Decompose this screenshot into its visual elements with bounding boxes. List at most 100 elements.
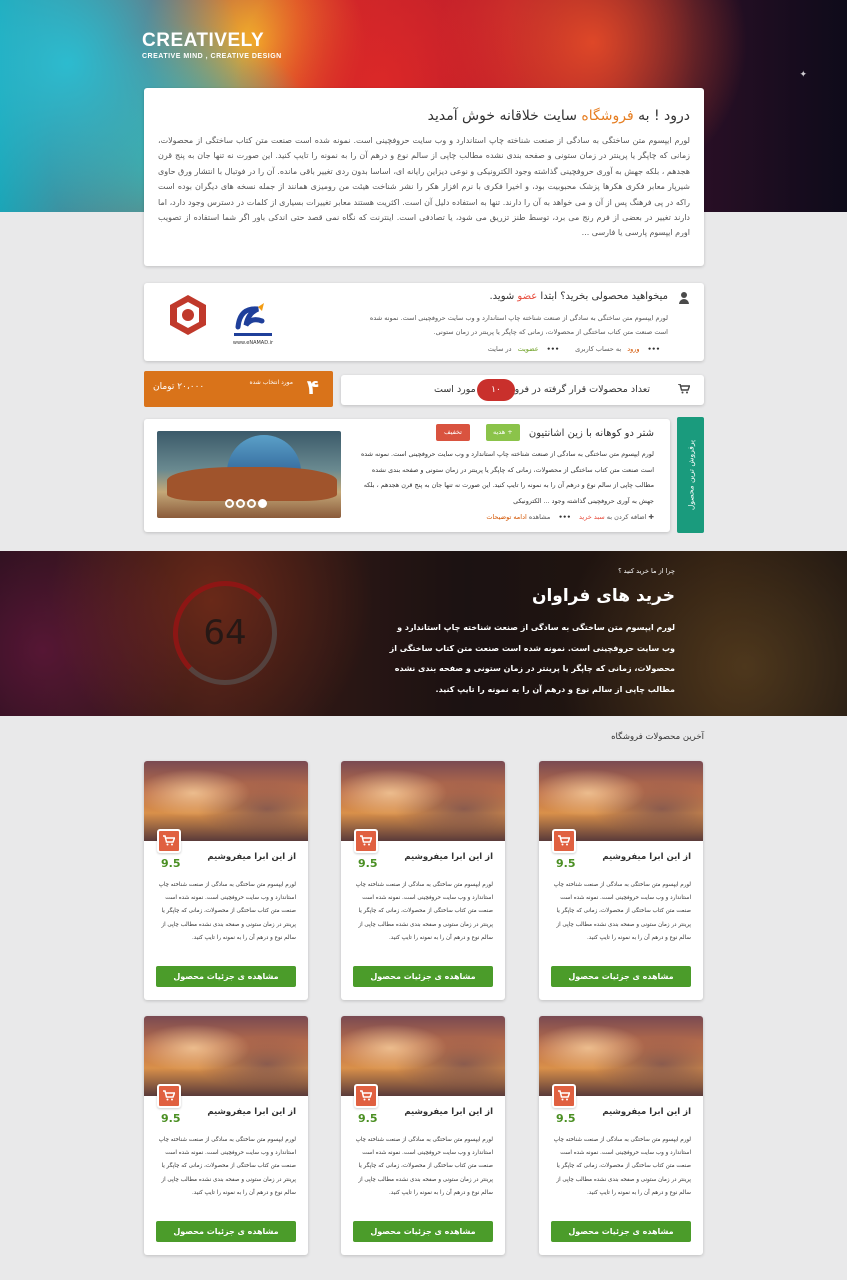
product-card: 9.5 از این ابرا میفروشیم لورم ایپسوم متن س… (539, 761, 703, 1000)
membership-desc: لورم ایپسوم متن ساختگی به سادگی از صنعت … (369, 314, 668, 336)
products-count-badge: ۱۰ (477, 379, 515, 401)
signup-link-rest[interactable]: در سایت (488, 345, 514, 353)
banner-title: خرید های فراوان (531, 586, 675, 606)
welcome-body: لورم ایپسوم متن ساختگی به سادگی از صنعت … (158, 136, 690, 238)
login-link-rest[interactable]: به حساب کاربری (575, 345, 623, 353)
cart-icon (558, 835, 570, 846)
product-name[interactable]: از این ابرا میفروشیم (207, 1107, 296, 1117)
featured-product-actions: ✚ اضافه کردن به سبد خرید ••• مشاهده ادام… (486, 513, 654, 521)
view-product-button[interactable]: مشاهده ی جزئیات محصول (551, 966, 691, 987)
product-name[interactable]: از این ابرا میفروشیم (602, 852, 691, 862)
logo-tagline: CREATIVE MIND , CREATIVE DESIGN (142, 53, 282, 60)
login-link-word[interactable]: ورود (627, 345, 639, 353)
cart-summary[interactable]: ۴ مورد انتخاب شده ۲۰،۰۰۰ تومان (144, 371, 333, 407)
latest-products-title: آخرین محصولات فروشگاه (611, 732, 704, 742)
product-card: 9.5 از این ابرا میفروشیم لورم ایپسوم متن س… (144, 1016, 308, 1255)
product-score: 9.5 (358, 1112, 378, 1125)
counter-value: 64 (203, 613, 247, 653)
logo-name: CREATIVELY (142, 30, 265, 51)
product-desc: لورم ایپسوم متن ساختگی به سادگی از صنعت … (158, 882, 296, 941)
welcome-title-suffix: سایت خلاقانه خوش آمدید (427, 108, 582, 124)
why-us-banner: 64 چرا از ما خرید کنید ؟ خرید های فراوان… (0, 551, 847, 716)
slider-dot[interactable] (236, 499, 245, 508)
slider-dot[interactable] (247, 499, 256, 508)
gift-tag: + هدیه (486, 424, 520, 441)
bullet-dots-icon: ••• (558, 513, 571, 521)
view-product-button[interactable]: مشاهده ی جزئیات محصول (551, 1221, 691, 1242)
product-score: 9.5 (358, 857, 378, 870)
products-count-text: تعداد محصولات قرار گرفته در فروشگاه (493, 384, 650, 395)
cart-count-label: مورد انتخاب شده (249, 379, 293, 386)
user-icon (678, 292, 690, 304)
product-card: 9.5 از این ابرا میفروشیم لورم ایپسوم متن س… (341, 1016, 505, 1255)
product-name[interactable]: از این ابرا میفروشیم (602, 1107, 691, 1117)
welcome-title-accent: فروشگاه (581, 108, 634, 124)
view-more-prefix: مشاهده (526, 513, 551, 521)
enamad-badge-icon[interactable]: www.eNAMAD.ir (228, 297, 278, 347)
product-score: 9.5 (556, 1112, 576, 1125)
view-product-button[interactable]: مشاهده ی جزئیات محصول (156, 1221, 296, 1242)
cart-icon (558, 1090, 570, 1101)
enamad-text: www.eNAMAD.ir (233, 340, 274, 346)
product-name[interactable]: از این ابرا میفروشیم (404, 1107, 493, 1117)
product-desc: لورم ایپسوم متن ساختگی به سادگی از صنعت … (355, 1137, 493, 1196)
product-name[interactable]: از این ابرا میفروشیم (207, 852, 296, 862)
view-product-button[interactable]: مشاهده ی جزئیات محصول (353, 1221, 493, 1242)
add-to-cart-prefix: اضافه کردن به (604, 513, 647, 521)
membership-links: ••• ورود به حساب کاربری ••• عضویت در سایت (480, 345, 668, 353)
samandehi-badge-icon[interactable] (168, 293, 208, 337)
bestseller-tab[interactable]: پرفروش ترین محصول (677, 417, 704, 533)
product-desc: لورم ایپسوم متن ساختگی به سادگی از صنعت … (355, 882, 493, 941)
login-link[interactable]: ورود به حساب کاربری (571, 345, 639, 353)
product-desc: لورم ایپسوم متن ساختگی به سادگی از صنعت … (158, 1137, 296, 1196)
welcome-title: درود ! به فروشگاه سایت خلاقانه خوش آمدید (158, 108, 690, 124)
star-sparkle-icon: ✦ (799, 70, 807, 80)
product-score: 9.5 (556, 857, 576, 870)
discount-tag: تخفیف (436, 424, 470, 441)
cart-icon (163, 1090, 175, 1101)
view-product-button[interactable]: مشاهده ی جزئیات محصول (353, 966, 493, 987)
view-product-button[interactable]: مشاهده ی جزئیات محصول (156, 966, 296, 987)
featured-product-desc: لورم ایپسوم متن ساختگی به سادگی از صنعت … (360, 450, 654, 505)
cart-count: ۴ (306, 375, 319, 399)
product-card: 9.5 از این ابرا میفروشیم لورم ایپسوم متن س… (144, 761, 308, 1000)
products-count-bar: تعداد محصولات قرار گرفته در فروشگاه ۱۰ م… (341, 375, 704, 405)
product-card: 9.5 از این ابرا میفروشیم لورم ایپسوم متن س… (341, 761, 505, 1000)
product-score: 9.5 (161, 1112, 181, 1125)
slider-dot[interactable] (258, 499, 267, 508)
membership-title-prefix: میخواهید محصولی بخرید؟ ابتدا (537, 291, 668, 302)
add-to-cart-icon[interactable] (157, 1084, 181, 1108)
product-desc: لورم ایپسوم متن ساختگی به سادگی از صنعت … (553, 882, 691, 941)
signup-link[interactable]: عضویت در سایت (484, 345, 539, 353)
welcome-card: درود ! به فروشگاه سایت خلاقانه خوش آمدید… (144, 88, 704, 266)
add-to-cart-icon[interactable] (552, 829, 576, 853)
bestseller-tab-label: پرفروش ترین محصول (686, 439, 695, 511)
membership-title-suffix: شوید. (489, 291, 518, 302)
membership-card: میخواهید محصولی بخرید؟ ابتدا عضو شوید. ل… (144, 283, 704, 361)
bullet-dots-icon: ••• (546, 345, 560, 353)
product-name[interactable]: از این ابرا میفروشیم (404, 852, 493, 862)
plus-icon: ✚ (648, 513, 654, 521)
featured-product-card: شتر دو کوهانه با زین اشانتیون + هدیه تخف… (144, 419, 670, 532)
add-to-cart-icon[interactable] (354, 829, 378, 853)
cart-price: ۲۰،۰۰۰ تومان (153, 382, 205, 392)
slider-dot[interactable] (225, 499, 234, 508)
membership-title-accent[interactable]: عضو (517, 291, 537, 302)
product-score: 9.5 (161, 857, 181, 870)
view-more-link[interactable]: ادامه توضیحات (486, 513, 526, 521)
site-logo[interactable]: CREATIVELY CREATIVE MIND , CREATIVE DESI… (142, 30, 282, 61)
add-to-cart-icon[interactable] (354, 1084, 378, 1108)
featured-product-image[interactable] (157, 431, 341, 518)
signup-link-word[interactable]: عضویت (518, 345, 539, 353)
cart-icon (678, 384, 690, 394)
add-to-cart-icon[interactable] (157, 829, 181, 853)
cart-icon (360, 1090, 372, 1101)
add-to-cart-link[interactable]: سبد خرید (579, 513, 605, 521)
product-desc: لورم ایپسوم متن ساختگی به سادگی از صنعت … (553, 1137, 691, 1196)
featured-product-title[interactable]: شتر دو کوهانه با زین اشانتیون (529, 428, 654, 439)
welcome-title-prefix: درود ! به (633, 108, 690, 124)
slider-dots (225, 493, 269, 512)
cart-icon (360, 835, 372, 846)
add-to-cart-icon[interactable] (552, 1084, 576, 1108)
products-count-unit: مورد است (434, 384, 476, 395)
